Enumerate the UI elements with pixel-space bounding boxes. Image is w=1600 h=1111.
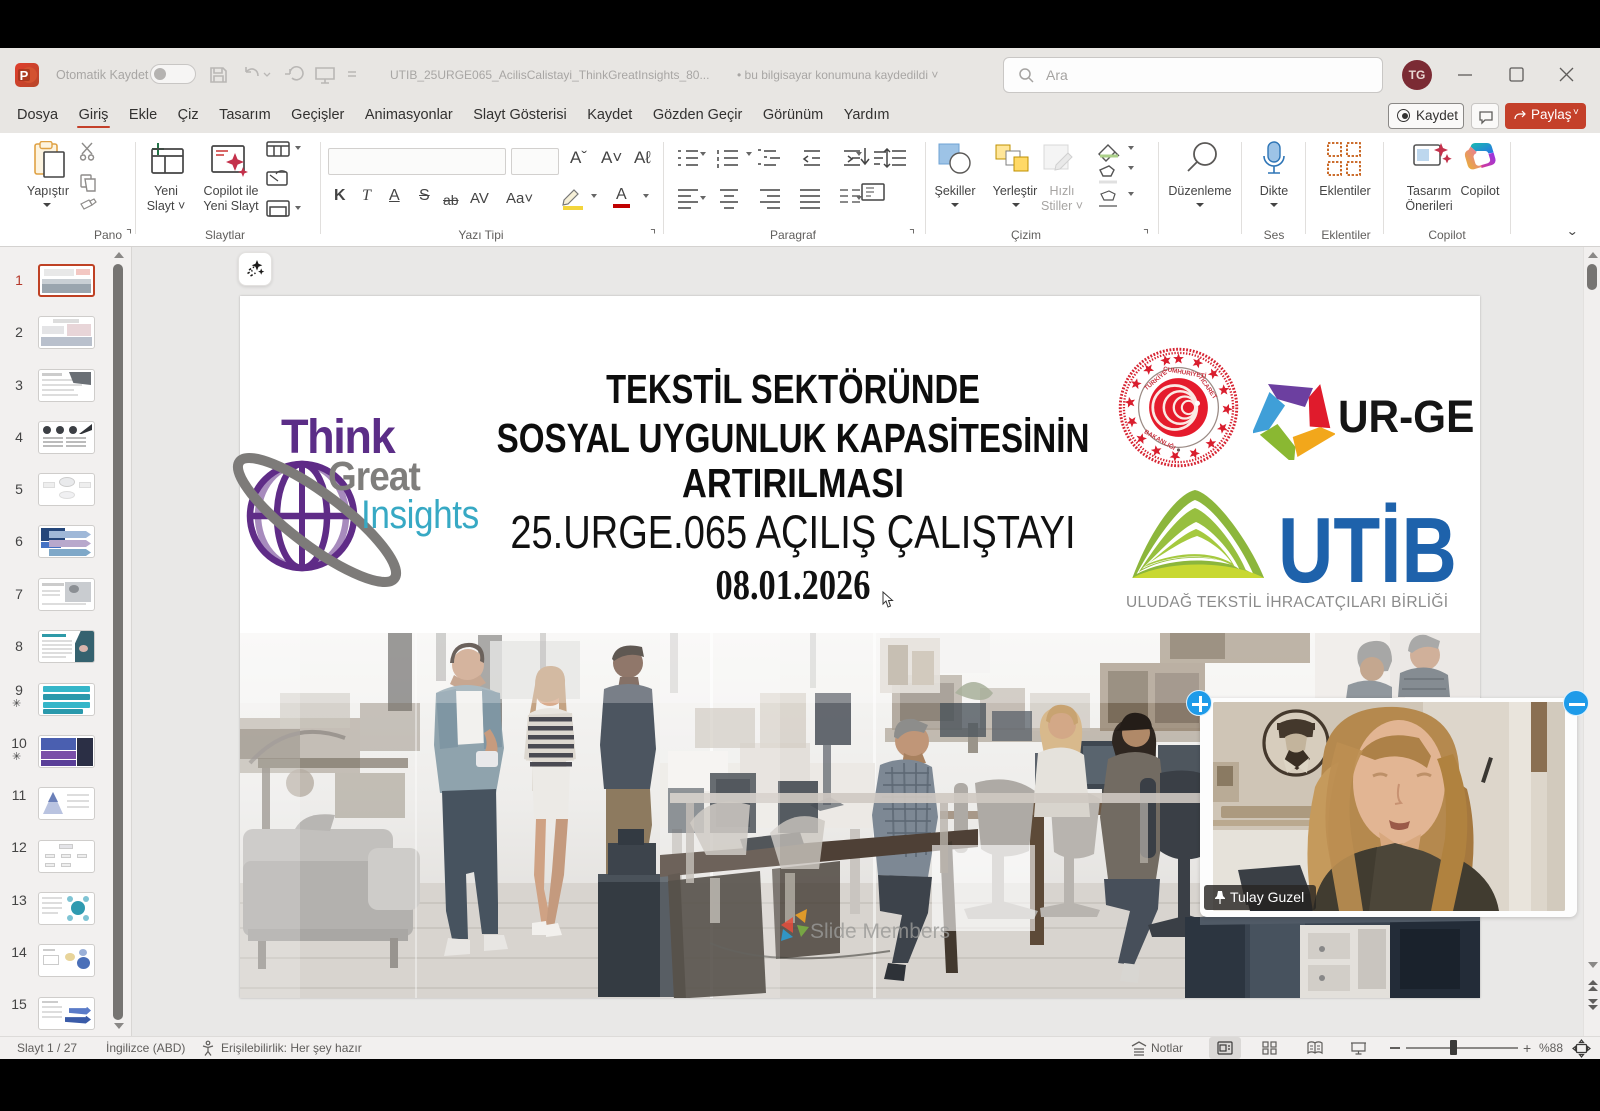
svg-text:Insights: Insights (361, 492, 479, 537)
svg-text:P: P (20, 68, 29, 83)
svg-text:Slide Members: Slide Members (810, 920, 950, 943)
